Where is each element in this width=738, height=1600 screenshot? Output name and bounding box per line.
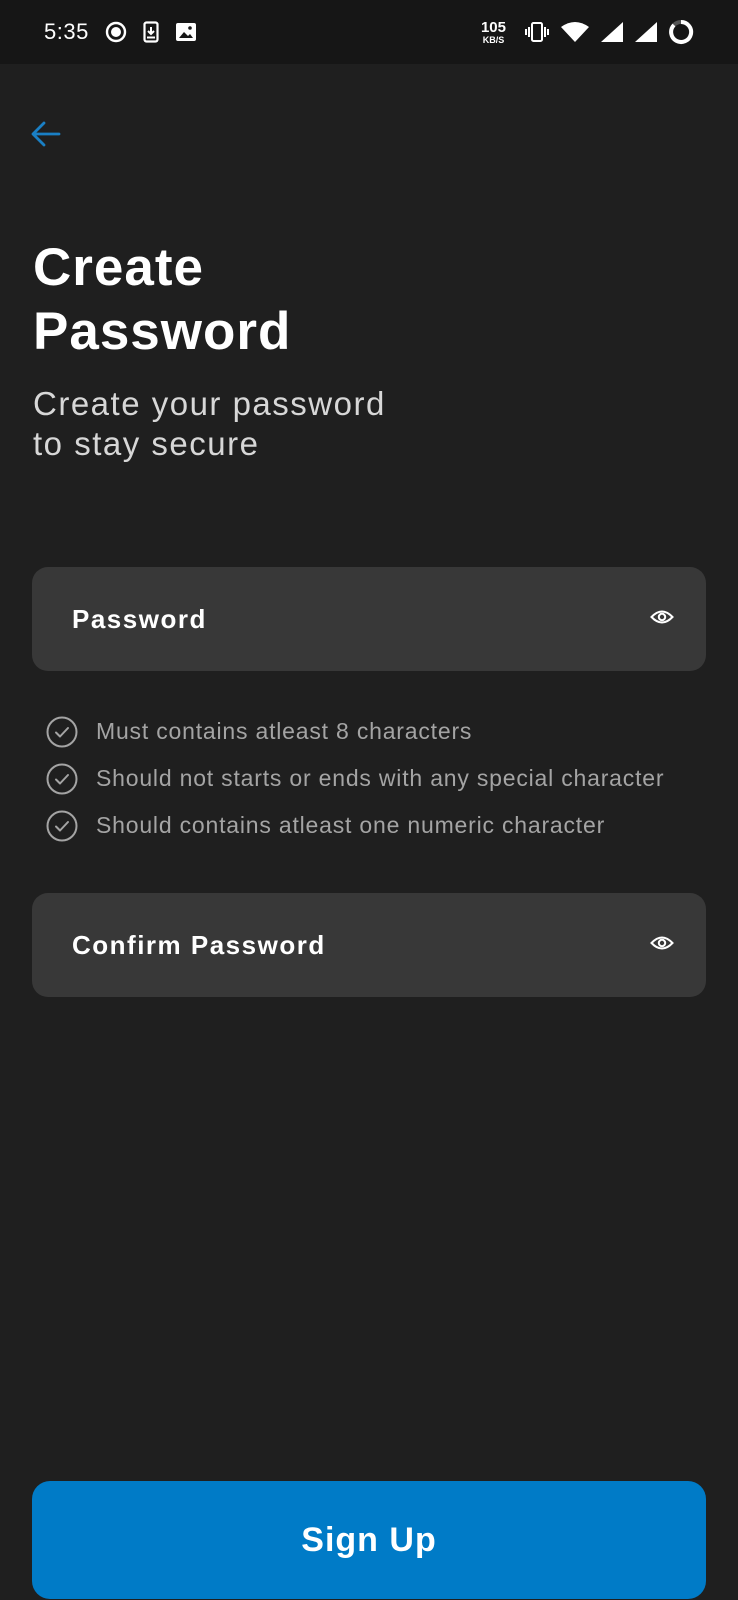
rule-text: Should not starts or ends with any speci… xyxy=(96,765,665,791)
page-subtitle-line-2: to stay secure xyxy=(33,425,260,462)
network-speed-unit: KB/S xyxy=(482,34,505,45)
status-bar: 5:35 105 KB/S xyxy=(0,0,738,64)
password-field-label: Password xyxy=(72,603,207,634)
record-icon xyxy=(105,21,127,43)
status-bar-left: 5:35 xyxy=(44,19,213,45)
sign-up-button[interactable]: Sign Up xyxy=(32,1481,706,1599)
page-subtitle-line-1: Create your password xyxy=(33,385,386,422)
confirm-password-visibility-toggle[interactable] xyxy=(646,929,678,961)
download-icon xyxy=(143,21,159,43)
signal-icon xyxy=(634,21,658,43)
list-item: Should contains atleast one numeric char… xyxy=(46,802,726,849)
status-bar-right: 105 KB/S xyxy=(481,19,694,45)
list-item: Must contains atleast 8 characters xyxy=(46,708,726,755)
network-speed-value: 105 xyxy=(480,18,506,36)
back-button[interactable] xyxy=(26,116,66,156)
password-visibility-toggle[interactable] xyxy=(646,603,678,635)
rule-text: Should contains atleast one numeric char… xyxy=(96,812,606,838)
confirm-password-field-label: Confirm Password xyxy=(72,929,326,960)
list-item: Should not starts or ends with any speci… xyxy=(46,755,726,802)
page-subtitle: Create your password to stay secure xyxy=(33,384,473,464)
password-field[interactable]: Password xyxy=(32,567,706,671)
check-circle-icon xyxy=(46,716,78,748)
wifi-icon xyxy=(560,21,590,43)
confirm-password-field[interactable]: Confirm Password xyxy=(32,893,706,997)
page-title: Create Password xyxy=(33,236,533,364)
create-password-screen: 5:35 105 KB/S Create Password Create you… xyxy=(0,0,738,1600)
password-rules-list: Must contains atleast 8 characters Shoul… xyxy=(46,708,726,849)
eye-icon xyxy=(650,934,674,957)
image-icon xyxy=(175,21,197,43)
status-time: 5:35 xyxy=(44,19,89,44)
rule-text: Must contains atleast 8 characters xyxy=(96,718,473,744)
sign-up-button-label: Sign Up xyxy=(301,1520,437,1559)
page-title-line-2: Password xyxy=(33,302,292,361)
network-speed: 105 KB/S xyxy=(481,20,506,45)
check-circle-icon xyxy=(46,763,78,795)
signal-icon xyxy=(600,21,624,43)
vibrate-icon xyxy=(524,21,550,43)
check-circle-icon xyxy=(46,810,78,842)
battery-icon xyxy=(668,19,694,45)
arrow-left-icon xyxy=(31,121,61,152)
eye-icon xyxy=(650,608,674,631)
page-title-line-1: Create xyxy=(33,238,204,297)
